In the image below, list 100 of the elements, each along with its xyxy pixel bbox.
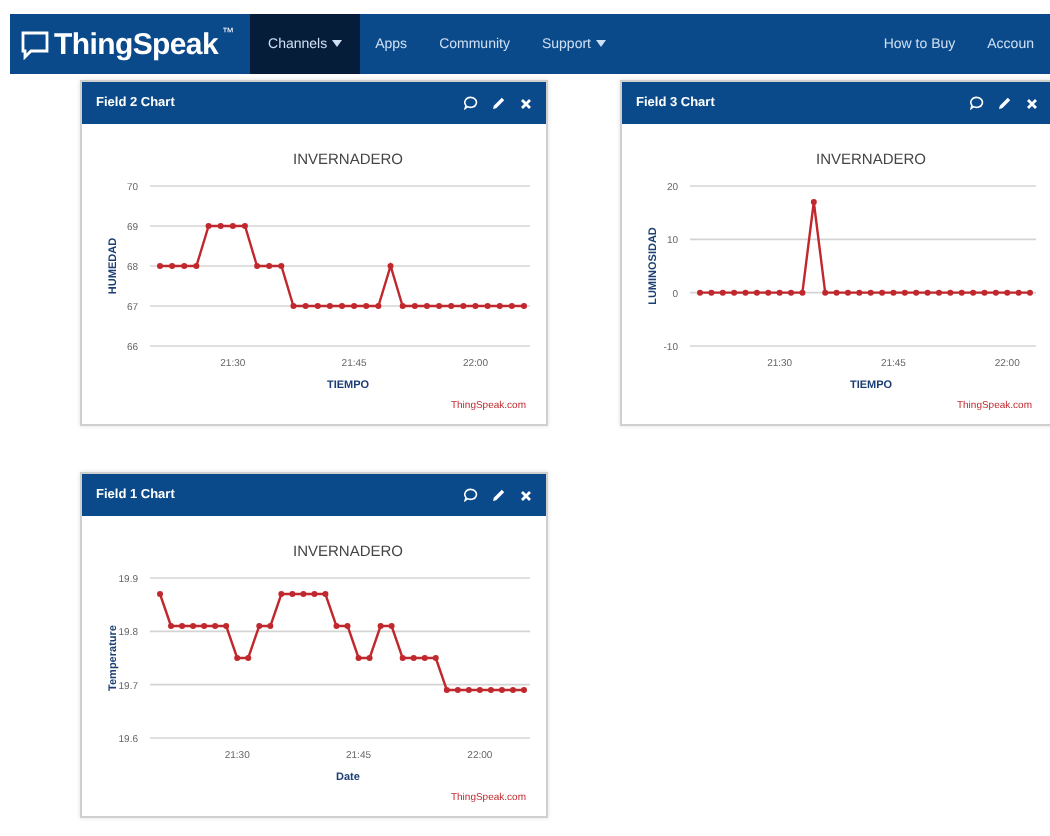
data-point (436, 303, 443, 309)
logo-text: ThingSpeak (54, 27, 219, 61)
data-point (476, 687, 483, 693)
data-point (1015, 289, 1022, 296)
data-point (388, 623, 395, 629)
data-point (981, 289, 988, 296)
data-point (256, 623, 263, 629)
data-point (193, 263, 200, 269)
data-point (399, 303, 406, 309)
data-point (498, 687, 505, 693)
data-point (300, 591, 307, 597)
data-point (351, 303, 358, 309)
data-point (410, 655, 417, 661)
data-point (322, 591, 329, 597)
comment-icon[interactable] (970, 96, 984, 110)
data-point (229, 223, 236, 229)
data-point (742, 289, 749, 296)
data-point (913, 289, 920, 296)
data-point (314, 303, 321, 309)
data-point (719, 289, 726, 296)
data-point (267, 623, 274, 629)
data-point (302, 303, 309, 309)
data-point (765, 289, 772, 296)
data-point (289, 591, 296, 597)
data-point (776, 289, 783, 296)
data-point (245, 655, 252, 661)
comment-icon[interactable] (464, 96, 478, 110)
close-icon[interactable] (520, 489, 532, 501)
data-point (947, 289, 954, 296)
data-point (460, 303, 467, 309)
logo[interactable]: ThingSpeak$^{™}$ (10, 14, 251, 74)
data-point (508, 303, 515, 309)
data-point (708, 289, 715, 296)
data-point (487, 687, 494, 693)
data-point (484, 303, 491, 309)
data-point (311, 591, 318, 597)
pencil-icon[interactable] (998, 96, 1012, 110)
data-point (201, 623, 208, 629)
data-point (454, 687, 461, 693)
data-point (867, 289, 874, 296)
data-point (217, 223, 224, 229)
data-point (212, 623, 219, 629)
data-point (254, 263, 261, 269)
data-point (387, 263, 394, 269)
data-point (421, 655, 428, 661)
pencil-icon[interactable] (492, 96, 506, 110)
trademark: ™ (222, 28, 235, 40)
data-point (266, 263, 273, 269)
data-point (472, 303, 479, 309)
data-point (157, 591, 163, 597)
data-point (169, 263, 176, 269)
data-point (935, 289, 942, 296)
data-point (375, 303, 382, 309)
data-point (879, 289, 886, 296)
data-point (822, 289, 829, 296)
data-point (958, 289, 965, 296)
data-point (856, 289, 863, 296)
close-icon[interactable] (1026, 97, 1038, 109)
close-icon[interactable] (520, 97, 532, 109)
data-point (697, 289, 703, 296)
data-point (509, 687, 516, 693)
data-point (810, 199, 817, 205)
data-point (278, 263, 285, 269)
data-point (970, 289, 977, 296)
data-point (521, 687, 527, 693)
data-point (190, 623, 197, 629)
data-point (241, 223, 248, 229)
data-point (521, 303, 527, 309)
data-point (1004, 289, 1011, 296)
data-point (234, 655, 241, 661)
data-point (788, 289, 795, 296)
comment-icon[interactable] (464, 488, 478, 502)
data-point (992, 289, 999, 296)
data-point (423, 303, 430, 309)
data-point (181, 263, 188, 269)
data-point (901, 289, 908, 296)
data-point (157, 263, 163, 269)
data-point (399, 655, 406, 661)
data-point (355, 655, 362, 661)
data-point (1027, 289, 1033, 296)
data-point (366, 655, 373, 661)
data-point (465, 687, 472, 693)
data-point (333, 623, 340, 629)
pencil-icon[interactable] (492, 488, 506, 502)
data-point (205, 223, 212, 229)
data-point (443, 687, 450, 693)
data-point (924, 289, 931, 296)
data-point (278, 591, 285, 597)
data-point (179, 623, 186, 629)
data-point (432, 655, 439, 661)
data-point (799, 289, 806, 296)
data-point (890, 289, 897, 296)
chat-bubble-icon (20, 29, 50, 59)
data-point (731, 289, 738, 296)
data-point (753, 289, 760, 296)
data-point (339, 303, 345, 309)
data-point (344, 623, 351, 629)
data-point (496, 303, 503, 309)
data-point (448, 303, 455, 309)
data-point (290, 303, 297, 309)
